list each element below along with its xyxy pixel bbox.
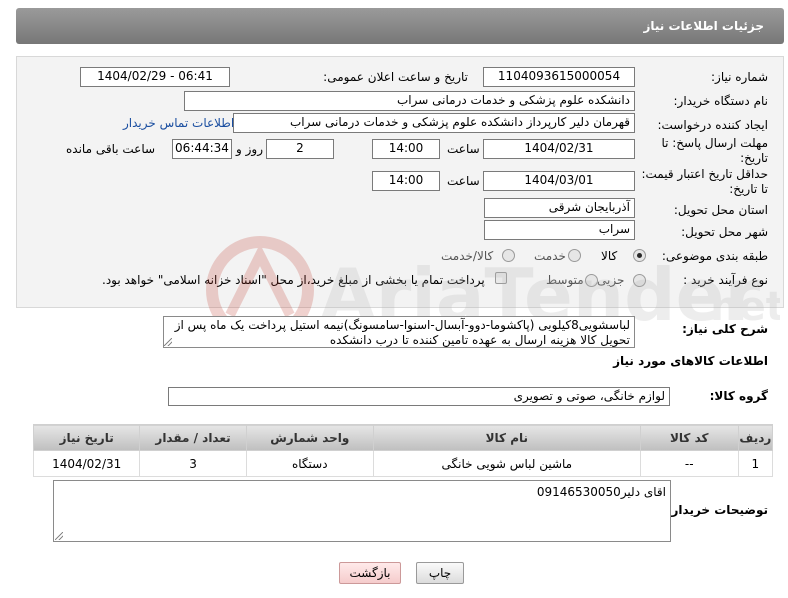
delivery-province-field: آذربایجان شرقی: [484, 198, 635, 218]
items-table-header-row: ردیف کد کالا نام کالا واحد شمارش تعداد /…: [32, 424, 774, 451]
buyer-org-label: نام دستگاه خریدار:: [673, 94, 769, 108]
announce-datetime-field: 1404/02/29 - 06:41: [80, 67, 230, 87]
back-button[interactable]: بازگشت: [339, 562, 401, 584]
description-resize-grip-icon[interactable]: [164, 338, 172, 346]
goods-group-label: گروه کالا:: [709, 389, 768, 403]
reply-deadline-time-label: ساعت: [447, 142, 480, 156]
purchase-type-radio-minor[interactable]: [633, 274, 646, 287]
price-validity-date-field: 1404/03/01: [483, 171, 635, 191]
category-option-service: خدمت: [534, 249, 566, 263]
category-radio-goods-service[interactable]: [502, 249, 515, 262]
goods-group-field: لوازم خانگی، صوتی و تصویری: [168, 387, 670, 406]
goods-section-title: اطلاعات کالاهای مورد نیاز: [613, 354, 768, 368]
col-header-unit: واحد شمارش: [245, 424, 374, 451]
announce-datetime-label: تاریخ و ساعت اعلان عمومی:: [323, 70, 468, 84]
remaining-time-field: 06:44:34: [172, 139, 232, 159]
cell-unit: دستگاه: [245, 450, 374, 477]
reply-deadline-date-field: 1404/02/31: [483, 139, 635, 159]
treasury-payment-checkbox[interactable]: [495, 272, 507, 284]
table-row: 1 -- ماشین لباس شویی خانگی دستگاه 3 1404…: [32, 450, 774, 477]
items-table: ردیف کد کالا نام کالا واحد شمارش تعداد /…: [32, 424, 774, 477]
col-header-need-date: تاریخ نیاز: [32, 424, 141, 451]
treasury-payment-note: پرداخت تمام یا بخشی از مبلغ خرید،از محل …: [102, 273, 485, 287]
col-header-item-name: نام کالا: [372, 424, 641, 451]
purchase-type-label: نوع فرآیند خرید :: [683, 273, 768, 287]
buyer-notes-resize-grip-icon[interactable]: [55, 532, 63, 540]
description-textarea[interactable]: لباسشویی8کیلویی (پاکشوما-دوو-آبسال-اسنوا…: [163, 316, 635, 348]
category-option-goods: کالا: [601, 249, 618, 263]
buyer-org-field: دانشکده علوم پزشکی و خدمات درمانی سراب: [184, 91, 635, 111]
print-button[interactable]: چاپ: [416, 562, 464, 584]
requester-label: ایجاد کننده درخواست:: [657, 118, 768, 132]
need-number-label: شماره نیاز:: [711, 70, 768, 84]
price-validity-label-line1: حداقل تاریخ اعتبار قیمت:: [641, 167, 768, 181]
cell-row-number: 1: [737, 450, 774, 477]
price-validity-label-line2: تا تاریخ:: [729, 182, 768, 196]
buyer-contact-link[interactable]: اطلاعات تماس خریدار: [123, 116, 234, 130]
cell-item-name: ماشین لباس شویی خانگی: [372, 450, 641, 477]
description-label: شرح کلی نیاز:: [682, 322, 768, 336]
price-validity-time-label: ساعت: [447, 174, 480, 188]
buyer-notes-label: توضیحات خریدار:: [666, 503, 768, 517]
requester-field: قهرمان دلیر کارپرداز دانشکده علوم پزشکی …: [233, 113, 635, 133]
reply-deadline-label-line2: تاریخ:: [740, 151, 768, 165]
category-radio-goods[interactable]: [633, 249, 646, 262]
delivery-city-label: شهر محل تحویل:: [681, 225, 768, 239]
price-validity-time-field: 14:00: [372, 171, 440, 191]
category-option-goods-service: کالا/خدمت: [441, 249, 494, 263]
remaining-time-label: ساعت باقی مانده: [66, 142, 156, 156]
purchase-type-option-medium: متوسط: [546, 273, 584, 287]
category-label: طبقه بندی موضوعی:: [661, 249, 768, 263]
reply-days-field: 2: [266, 139, 334, 159]
col-header-row-number: ردیف: [737, 424, 774, 451]
cell-need-date: 1404/02/31: [32, 450, 141, 477]
need-number-field: 1104093615000054: [483, 67, 635, 87]
purchase-type-radio-medium[interactable]: [585, 274, 598, 287]
cell-item-code: --: [639, 450, 739, 477]
reply-deadline-time-field: 14:00: [372, 139, 440, 159]
reply-deadline-label-line1: مهلت ارسال پاسخ: تا: [661, 136, 768, 150]
purchase-type-option-minor: جزیی: [597, 273, 625, 287]
page-title: جزئیات اطلاعات نیاز: [16, 8, 784, 44]
buyer-notes-textarea[interactable]: اقای دلیر09146530050: [53, 480, 671, 542]
cell-quantity: 3: [139, 450, 247, 477]
col-header-item-code: کد کالا: [639, 424, 739, 451]
col-header-quantity: تعداد / مقدار: [139, 424, 247, 451]
delivery-city-field: سراب: [484, 220, 635, 240]
category-radio-service[interactable]: [568, 249, 581, 262]
reply-days-label: روز و: [236, 142, 263, 156]
delivery-province-label: استان محل تحویل:: [673, 203, 768, 217]
